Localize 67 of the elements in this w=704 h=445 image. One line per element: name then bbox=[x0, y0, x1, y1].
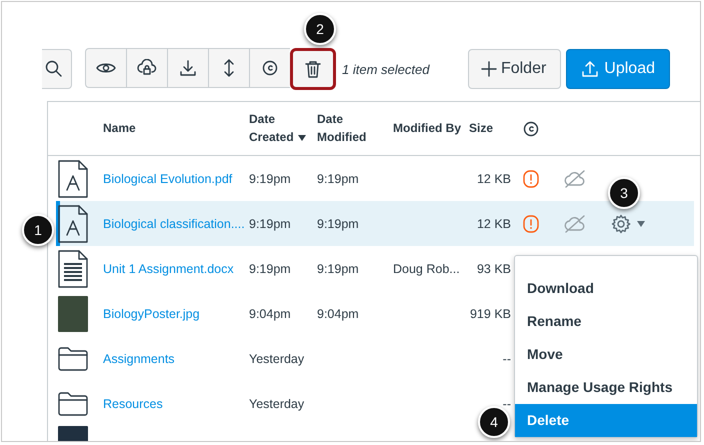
file-name-link[interactable]: Resources bbox=[103, 396, 249, 410]
date-modified: 9:19pm bbox=[317, 262, 360, 276]
file-name-link[interactable]: Assignments bbox=[103, 352, 249, 366]
menu-item[interactable]: Download bbox=[515, 272, 697, 305]
usage-rights-button[interactable] bbox=[249, 48, 290, 88]
folder-icon bbox=[58, 346, 88, 370]
copyright-icon bbox=[523, 120, 539, 136]
file-name-link[interactable]: Unit 1 Assignment.docx bbox=[103, 262, 249, 276]
download-icon bbox=[179, 59, 197, 77]
file-size: -- bbox=[502, 352, 511, 366]
file-name-link[interactable]: Biological Evolution.pdf bbox=[103, 172, 249, 186]
restrict-access-button[interactable] bbox=[126, 48, 167, 88]
callout-number-badge: 1 bbox=[22, 214, 54, 246]
new-folder-button[interactable]: Folder bbox=[468, 49, 562, 89]
image-thumbnail bbox=[58, 426, 88, 441]
upload-button[interactable]: Upload bbox=[566, 49, 670, 89]
date-created: Yesterday bbox=[249, 396, 306, 410]
column-header[interactable]: Name bbox=[103, 120, 249, 138]
column-header[interactable]: Modified By bbox=[393, 120, 469, 138]
menu-item[interactable]: Delete bbox=[515, 404, 697, 437]
vertical-arrows-icon bbox=[223, 58, 235, 78]
download-button[interactable] bbox=[167, 48, 208, 88]
column-header[interactable]: Size bbox=[469, 120, 511, 138]
file-size: 93 KB bbox=[476, 262, 511, 276]
caret-icon bbox=[637, 220, 645, 226]
menu-item[interactable]: Move bbox=[515, 338, 697, 371]
search-button[interactable] bbox=[42, 49, 72, 89]
callout-number-badge: 2 bbox=[304, 13, 336, 45]
callout-number-badge: 3 bbox=[608, 177, 640, 209]
cloud-lock-icon bbox=[137, 59, 157, 77]
date-created: 9:19pm bbox=[249, 172, 292, 186]
date-modified: 9:19pm bbox=[317, 216, 360, 230]
callout-number-badge: 4 bbox=[478, 406, 510, 438]
date-created: 9:19pm bbox=[249, 262, 292, 276]
pdf-file-icon bbox=[58, 204, 88, 242]
plus-icon bbox=[480, 61, 497, 77]
upload-icon bbox=[581, 60, 600, 78]
modified-by: Doug Rob... bbox=[393, 262, 461, 276]
file-size: 919 KB bbox=[469, 306, 511, 320]
selection-status: 1 item selected bbox=[342, 62, 430, 76]
menu-item[interactable]: Manage Usage Rights bbox=[515, 371, 697, 404]
column-header[interactable]: Date Created bbox=[249, 111, 317, 146]
delete-button[interactable] bbox=[290, 48, 336, 90]
file-size: 12 KB bbox=[476, 172, 511, 186]
date-created: 9:04pm bbox=[249, 306, 292, 320]
copyright-icon bbox=[262, 60, 278, 76]
settings-menu-button[interactable] bbox=[611, 214, 645, 234]
image-thumbnail bbox=[58, 296, 88, 332]
file-size: 12 KB bbox=[476, 216, 511, 230]
trash-icon bbox=[305, 60, 321, 78]
gear-icon bbox=[611, 214, 631, 234]
search-icon bbox=[45, 60, 63, 78]
date-created: Yesterday bbox=[249, 352, 306, 366]
sort-caret-icon bbox=[298, 134, 306, 140]
date-created: 9:19pm bbox=[249, 216, 292, 230]
selected-row[interactable]: Biological classification.... 9:19pm 9:19pm 12 KB bbox=[56, 201, 694, 246]
folder-icon bbox=[58, 392, 88, 416]
eye-icon bbox=[96, 61, 116, 75]
file-name-link[interactable]: BiologyPoster.jpg bbox=[103, 306, 249, 320]
column-header[interactable]: Date Modified bbox=[317, 111, 393, 146]
pdf-file-icon bbox=[58, 160, 88, 198]
menu-item[interactable]: Rename bbox=[515, 305, 697, 338]
date-modified: 9:04pm bbox=[317, 306, 360, 320]
move-button[interactable] bbox=[208, 48, 249, 88]
view-button[interactable] bbox=[85, 48, 126, 88]
date-modified: 9:19pm bbox=[317, 172, 360, 186]
document-icon bbox=[58, 250, 88, 288]
